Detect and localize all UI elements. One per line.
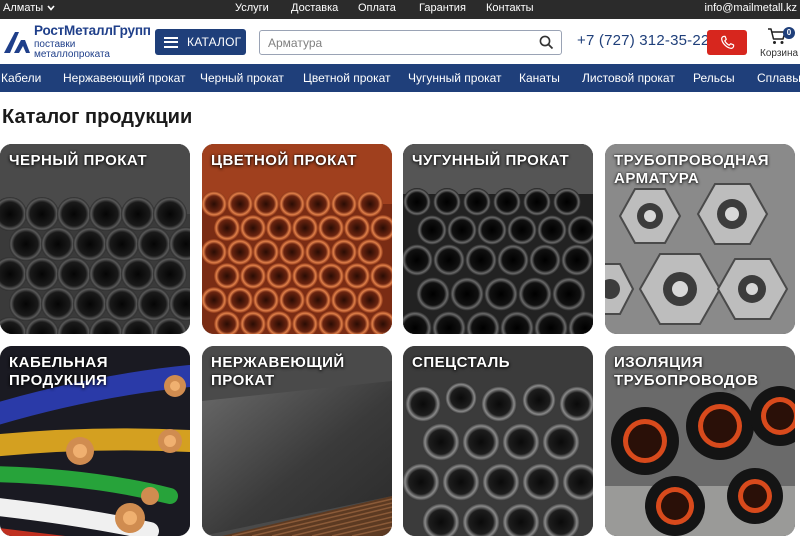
category-title: ИЗОЛЯЦИЯ ТРУБОПРОВОДОВ <box>614 354 759 389</box>
toplink-services[interactable]: Услуги <box>235 2 269 14</box>
category-card-black-metal[interactable]: ЧЕРНЫЙ ПРОКАТ <box>0 144 190 334</box>
logo-name: РостМеталлГрупп <box>34 23 151 39</box>
category-title: ЧЕРНЫЙ ПРОКАТ <box>9 152 148 169</box>
city-label: Алматы <box>3 2 44 14</box>
category-card-stainless[interactable]: НЕРЖАВЕЮЩИЙ ПРОКАТ <box>202 346 392 536</box>
city-selector[interactable]: Алматы <box>3 2 55 14</box>
search-icon[interactable] <box>539 35 554 50</box>
call-button[interactable] <box>707 30 747 55</box>
nav-item-sheet[interactable]: Листовой прокат <box>582 71 675 85</box>
category-card-cables[interactable]: КАБЕЛЬНАЯ ПРОДУКЦИЯ <box>0 346 190 536</box>
phone-icon <box>720 35 734 49</box>
nav-item-cast-iron[interactable]: Чугунный прокат <box>408 71 502 85</box>
nav-item-nonferrous[interactable]: Цветной прокат <box>303 71 391 85</box>
main-nav: Кабели Нержавеющий прокат Черный прокат … <box>0 64 800 92</box>
category-title: СПЕЦСТАЛЬ <box>412 354 511 371</box>
category-title: ЧУГУННЫЙ ПРОКАТ <box>412 152 570 169</box>
nav-item-ropes[interactable]: Канаты <box>519 71 560 85</box>
toplink-payment[interactable]: Оплата <box>358 2 396 14</box>
cast-iron-pipes-image <box>403 144 593 334</box>
toplink-warranty[interactable]: Гарантия <box>419 2 466 14</box>
category-title: КАБЕЛЬНАЯ ПРОДУКЦИЯ <box>9 354 109 389</box>
menu-icon <box>164 36 178 48</box>
nav-item-cables[interactable]: Кабели <box>1 71 41 85</box>
catalog-button[interactable]: КАТАЛОГ <box>155 29 246 55</box>
category-title: НЕРЖАВЕЮЩИЙ ПРОКАТ <box>211 354 345 389</box>
category-card-fittings[interactable]: ТРУБОПРОВОДНАЯ АРМАТУРА <box>605 144 795 334</box>
logo-icon <box>4 32 30 53</box>
toplink-delivery[interactable]: Доставка <box>291 2 338 14</box>
nav-item-rails[interactable]: Рельсы <box>693 71 735 85</box>
logo[interactable]: РостМеталлГрупп поставки металлопроката <box>2 23 152 60</box>
cart-count-badge: 0 <box>783 27 795 39</box>
category-card-insulation[interactable]: ИЗОЛЯЦИЯ ТРУБОПРОВОДОВ <box>605 346 795 536</box>
phone-number[interactable]: +7 (727) 312-35-22 <box>577 32 709 49</box>
category-card-nonferrous[interactable]: ЦВЕТНОЙ ПРОКАТ <box>202 144 392 334</box>
chevron-down-icon <box>47 5 55 11</box>
black-pipes-image <box>0 144 190 334</box>
email-link[interactable]: info@mailmetall.kz <box>705 2 797 14</box>
cart-label: Корзина <box>760 48 799 59</box>
category-title: ЦВЕТНОЙ ПРОКАТ <box>211 152 358 169</box>
catalog-button-label: КАТАЛОГ <box>187 35 242 49</box>
logo-subtitle: поставки металлопроката <box>34 38 110 60</box>
search-box <box>259 30 562 55</box>
nav-item-black-metal[interactable]: Черный прокат <box>200 71 284 85</box>
special-steel-pipes-image <box>403 346 593 536</box>
top-bar: Алматы Услуги Доставка Оплата Гарантия К… <box>0 0 800 19</box>
site-header: РостМеталлГрупп поставки металлопроката … <box>0 19 800 64</box>
nav-item-stainless[interactable]: Нержавеющий прокат <box>63 71 186 85</box>
category-title: ТРУБОПРОВОДНАЯ АРМАТУРА <box>614 152 770 187</box>
toplink-contacts[interactable]: Контакты <box>486 2 534 14</box>
nav-item-alloys[interactable]: Сплавы <box>757 71 800 85</box>
page-title: Каталог продукции <box>2 106 193 128</box>
search-input[interactable] <box>260 31 530 54</box>
category-card-cast-iron[interactable]: ЧУГУННЫЙ ПРОКАТ <box>403 144 593 334</box>
category-card-special-steel[interactable]: СПЕЦСТАЛЬ <box>403 346 593 536</box>
copper-pipes-image <box>202 144 392 334</box>
cart[interactable]: 0 Корзина <box>759 25 799 63</box>
